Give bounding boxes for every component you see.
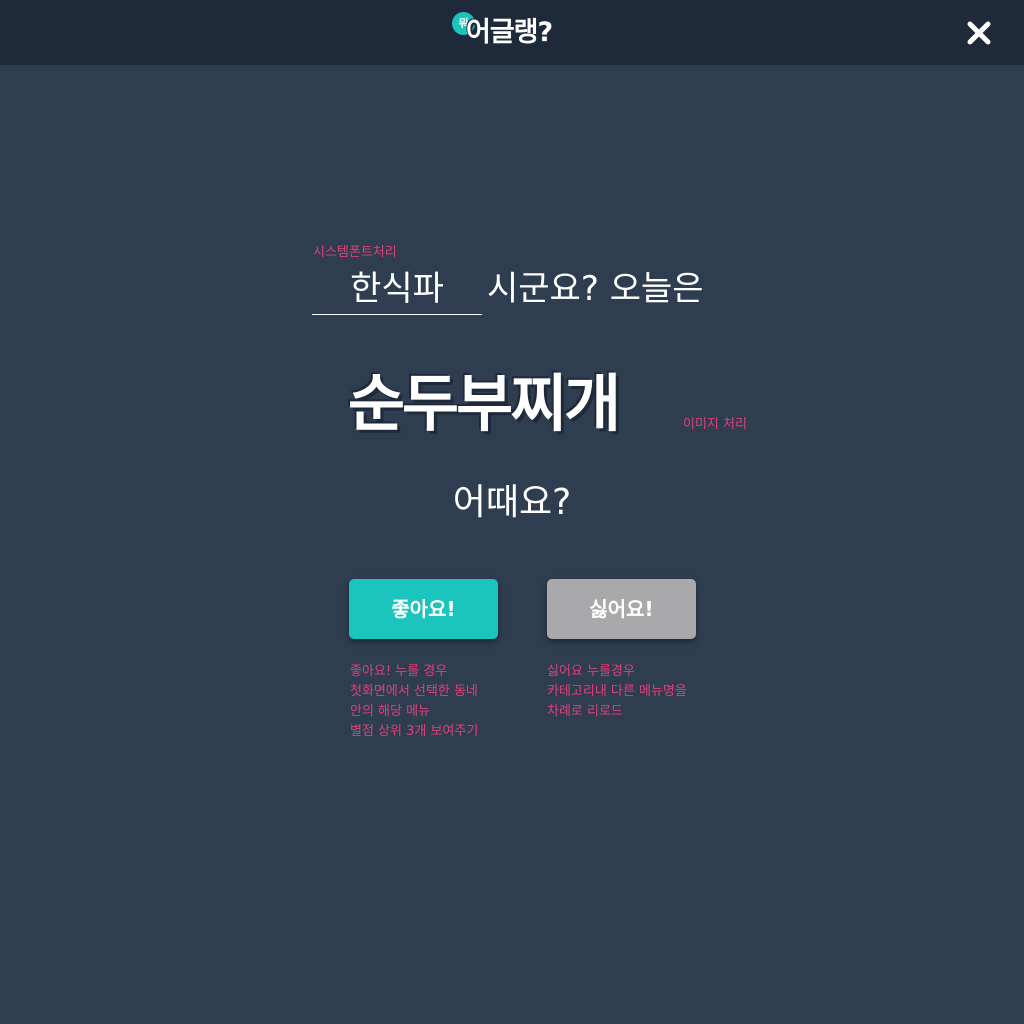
like-note-line: 좋아요! 누를 경우 (350, 664, 448, 679)
dislike-button[interactable]: 싫어요! (547, 579, 696, 639)
category-label: 한식파 (312, 264, 482, 315)
dislike-note-line: 싫어요 누를경우 (547, 664, 635, 679)
top-bar: 뭐 어글랭? (0, 0, 1024, 65)
like-button[interactable]: 좋아요! (349, 579, 498, 639)
system-font-note: 시스템폰트처리 (313, 245, 397, 260)
how-about-text: 어때요? (452, 482, 572, 523)
image-processing-note: 이미지 처리 (683, 417, 747, 432)
dislike-note-line: 카테고리내 다른 메뉴명을 (547, 684, 687, 699)
app-logo[interactable]: 뭐 어글랭? (452, 8, 577, 58)
logo-text: 어글랭? (466, 17, 553, 48)
close-icon[interactable] (962, 16, 996, 50)
like-note-line: 첫화면에서 선택한 동네 (350, 684, 478, 699)
menu-name: 순두부찌개 (348, 367, 621, 440)
like-note: 좋아요! 누를 경우 첫화면에서 선택한 동네 안의 해당 메뉴 별점 상위 3… (350, 662, 478, 742)
like-note-line: 별점 상위 3개 보여주기 (350, 724, 479, 739)
question-text: 시군요? 오늘은 (487, 269, 704, 309)
dislike-note-line: 차례로 리로드 (547, 704, 623, 719)
like-note-line: 안의 해당 메뉴 (350, 704, 431, 719)
dislike-note: 싫어요 누를경우 카테고리내 다른 메뉴명을 차례로 리로드 (547, 662, 687, 722)
